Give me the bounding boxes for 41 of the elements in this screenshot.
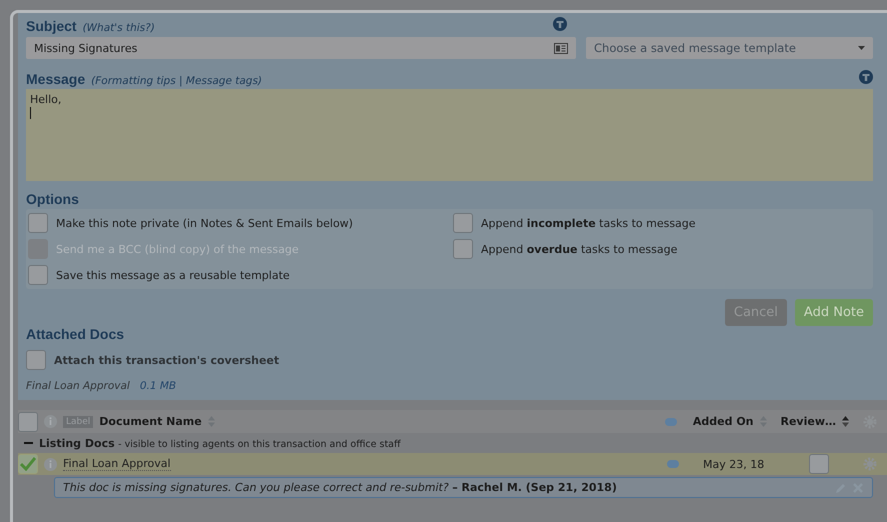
added-date: May 23, 18 xyxy=(703,458,766,470)
sort-icon[interactable] xyxy=(842,416,849,427)
options-heading: Options xyxy=(26,191,80,207)
subject-label: Subject xyxy=(26,18,77,34)
review-checkbox[interactable] xyxy=(809,454,829,474)
document-link[interactable]: Final Loan Approval xyxy=(63,457,171,471)
info-icon[interactable] xyxy=(553,17,567,31)
option-label: Make this note private (in Notes & Sent Emails below) xyxy=(56,216,353,230)
info-icon[interactable] xyxy=(44,458,57,470)
checkbox[interactable] xyxy=(28,213,48,233)
option-label: Append incomplete tasks to message xyxy=(481,216,696,230)
select-all-checkbox[interactable] xyxy=(18,412,38,432)
template-dropdown[interactable]: Choose a saved message template xyxy=(586,37,873,59)
column-header[interactable]: Document Name xyxy=(99,415,202,428)
comment-icon[interactable] xyxy=(667,460,679,468)
file-name: Final Loan Approval xyxy=(26,380,130,392)
group-title[interactable]: Listing Docs - visible to listing agents on this transaction and office staff xyxy=(39,436,401,450)
file-size: 0.1 MB xyxy=(140,380,176,392)
message-label: Message xyxy=(26,71,86,87)
help-link[interactable]: (What's this?) xyxy=(82,22,155,34)
subject-field[interactable]: Missing Signatures xyxy=(26,37,576,59)
checkbox[interactable] xyxy=(26,350,46,370)
info-icon xyxy=(44,415,57,428)
option-label: Save this message as a reusable template xyxy=(56,268,290,282)
row-checkbox[interactable] xyxy=(18,454,38,474)
gear-icon[interactable] xyxy=(863,457,877,471)
message-field[interactable]: Hello, xyxy=(26,89,873,181)
option-label: Append overdue tasks to message xyxy=(481,242,678,256)
contact-card-icon[interactable] xyxy=(554,42,568,54)
help-links[interactable]: (Formatting tips | Message tags) xyxy=(91,75,262,87)
comment-icon xyxy=(664,418,677,426)
attached-docs-heading: Attached Docs xyxy=(26,326,126,342)
column-header[interactable]: Added On xyxy=(692,415,754,428)
column-header[interactable]: Review… xyxy=(780,415,836,428)
checkbox[interactable] xyxy=(453,213,473,233)
info-icon[interactable] xyxy=(859,70,873,84)
checkbox[interactable] xyxy=(453,239,473,259)
checkbox[interactable] xyxy=(28,265,48,285)
caret-icon xyxy=(858,46,865,50)
option-label: Attach this transaction's coversheet xyxy=(54,354,280,366)
comment-text: This doc is missing signatures. Can you please correct and re-submit? – Rachel M. (Sep 21, 2018) xyxy=(63,481,617,494)
